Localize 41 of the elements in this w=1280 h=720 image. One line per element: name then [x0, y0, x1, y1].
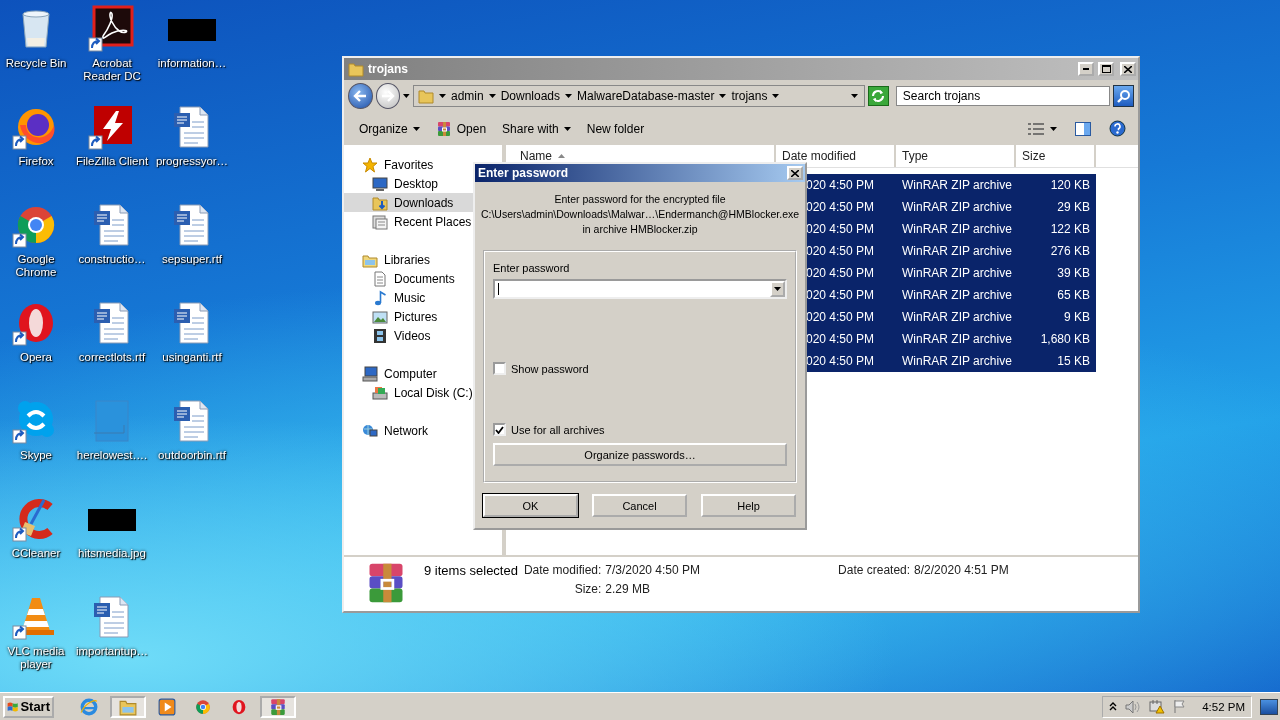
message-text: Enter password for the encrypted file	[554, 192, 726, 207]
detail-label: Date created:	[838, 563, 911, 578]
detail-label: Date modified:	[523, 563, 602, 578]
size-cell-text: 120 KB	[1049, 178, 1091, 192]
type-cell-text: WinRAR ZIP archive	[901, 222, 1013, 236]
size-cell-text: 9 KB	[1063, 310, 1091, 324]
size-cell-text: 65 KB	[1056, 288, 1091, 302]
detail-value: 2.29 MB	[605, 582, 651, 596]
checkbox-label: Use for all archives	[511, 423, 605, 436]
size-cell-text: 15 KB	[1056, 354, 1091, 368]
selection-summary: 9 items selected	[424, 563, 518, 578]
detail-value: 8/2/2020 4:51 PM	[914, 563, 1009, 578]
date-cell-text: 020 4:50 PM	[806, 332, 876, 346]
date-cell-text: 020 4:50 PM	[806, 288, 876, 302]
size-cell-text: 122 KB	[1049, 222, 1091, 236]
type-cell-text: WinRAR ZIP archive	[901, 178, 1013, 192]
size-cell-text: 29 KB	[1056, 200, 1091, 214]
dialog-title: Enter password	[478, 166, 570, 180]
date-cell-text: 020 4:50 PM	[806, 200, 876, 214]
type-cell-text: WinRAR ZIP archive	[901, 288, 1013, 302]
field-label: Enter password	[493, 262, 571, 274]
detail-value: 7/3/2020 4:50 PM	[605, 563, 701, 578]
detail-label: Size:	[573, 582, 602, 596]
date-cell-text: 020 4:50 PM	[806, 178, 876, 192]
type-cell-text: WinRAR ZIP archive	[901, 200, 1013, 214]
message-text: in archive HMBlocker.zip	[582, 222, 698, 237]
date-cell-text: 020 4:50 PM	[806, 266, 876, 280]
window-title: trojans	[368, 62, 409, 76]
size-cell-text: 1,680 KB	[1039, 332, 1091, 346]
date-cell-text: 020 4:50 PM	[806, 222, 876, 236]
type-cell-text: WinRAR ZIP archive	[901, 332, 1013, 346]
size-cell-text: 39 KB	[1056, 266, 1091, 280]
type-cell-text: WinRAR ZIP archive	[901, 354, 1013, 368]
date-cell-text: 020 4:50 PM	[806, 354, 876, 368]
size-cell-text: 276 KB	[1049, 244, 1091, 258]
type-cell-text: WinRAR ZIP archive	[901, 310, 1013, 324]
type-cell-text: WinRAR ZIP archive	[901, 244, 1013, 258]
checkbox-label: Show password	[511, 362, 589, 375]
date-cell-text: 020 4:50 PM	[806, 244, 876, 258]
date-cell-text: 020 4:50 PM	[806, 310, 876, 324]
type-cell-text: WinRAR ZIP archive	[901, 266, 1013, 280]
